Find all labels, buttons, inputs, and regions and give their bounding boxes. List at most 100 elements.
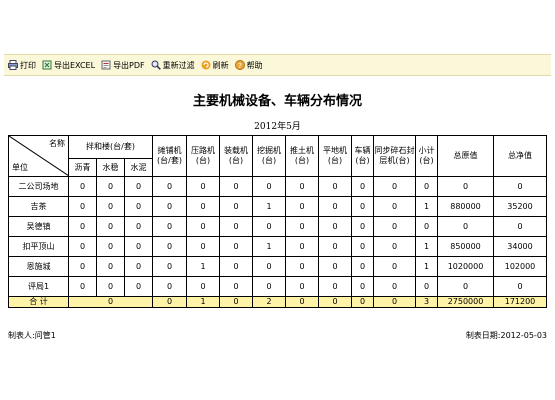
table-cell: 0 bbox=[437, 276, 495, 297]
table-cell: 0 bbox=[123, 216, 154, 237]
refresh-button[interactable]: 刷新 bbox=[201, 60, 229, 71]
table-cell: 0 bbox=[219, 196, 254, 217]
table-cell: 1020000 bbox=[437, 256, 495, 277]
table-cell: 0 bbox=[351, 256, 375, 277]
table-cell: 0 bbox=[318, 216, 353, 237]
table-cell: 0 bbox=[68, 196, 97, 217]
table-cell: 34000 bbox=[493, 236, 548, 257]
header-paver: 摊铺机(台/套) bbox=[152, 135, 188, 177]
table-cell: 1 bbox=[252, 236, 287, 257]
table-cell: 0 bbox=[318, 196, 353, 217]
table-cell: 0 bbox=[318, 256, 353, 277]
export-pdf-button[interactable]: 导出PDF bbox=[101, 60, 145, 71]
header-cement: 水泥 bbox=[123, 158, 154, 177]
table-cell: 0 bbox=[123, 176, 154, 197]
table-cell: 0 bbox=[152, 176, 188, 197]
report-maker: 制表人:问管1 bbox=[8, 331, 56, 340]
total-cell: 171200 bbox=[493, 296, 548, 308]
table-cell: 35200 bbox=[493, 196, 548, 217]
table-cell: 0 bbox=[96, 236, 125, 257]
table-cell: 0 bbox=[351, 236, 375, 257]
pdf-export-icon bbox=[101, 60, 111, 70]
table-row: 吴德镇 0 0 0 0 0 0 0 0 0 0 0 0 0 0 bbox=[8, 216, 548, 237]
table-cell: 0 bbox=[285, 216, 320, 237]
table-cell: 0 bbox=[285, 256, 320, 277]
refresh-icon bbox=[201, 60, 211, 70]
header-stabilized: 水稳 bbox=[96, 158, 125, 177]
unit-cell: 评局1 bbox=[8, 276, 69, 297]
export-excel-button[interactable]: 导出EXCEL bbox=[42, 60, 95, 71]
header-roller: 压路机(台) bbox=[186, 135, 221, 177]
table-cell: 0 bbox=[493, 276, 548, 297]
header-mixer: 拌和楼(台/套) bbox=[67, 135, 154, 159]
header-subtotal: 小计(台) bbox=[415, 135, 439, 177]
total-row: 合 计 0 0 1 0 2 0 0 0 0 3 2750000 171200 bbox=[8, 296, 548, 308]
refilter-label: 重新过滤 bbox=[162, 60, 195, 70]
corner-header-unit: 单位 bbox=[12, 163, 28, 172]
table-cell: 1 bbox=[252, 196, 287, 217]
table-cell: 102000 bbox=[493, 256, 548, 277]
table-row: 评局1 0 0 0 0 0 0 0 0 0 0 0 0 0 0 bbox=[8, 276, 548, 297]
table-cell: 0 bbox=[318, 236, 353, 257]
total-cell: 3 bbox=[415, 296, 439, 308]
table-cell: 0 bbox=[252, 256, 287, 277]
header-grader: 平地机(台) bbox=[318, 135, 353, 177]
unit-cell: 扣平顶山 bbox=[8, 236, 69, 257]
report-toolbar: 打印 导出EXCEL 导出PDF 重新过滤 刷新 ? 帮助 bbox=[4, 54, 551, 76]
table-cell: 0 bbox=[373, 196, 417, 217]
table-cell: 0 bbox=[123, 236, 154, 257]
table-cell: 0 bbox=[96, 256, 125, 277]
table-cell: 0 bbox=[152, 196, 188, 217]
table-cell: 0 bbox=[186, 216, 221, 237]
table-cell: 0 bbox=[96, 216, 125, 237]
help-button[interactable]: ? 帮助 bbox=[234, 60, 263, 71]
corner-header-name: 名称 bbox=[49, 139, 65, 148]
table-row: 二公司场地 0 0 0 0 0 0 0 0 0 0 0 0 0 0 bbox=[8, 176, 548, 197]
table-cell: 0 bbox=[285, 196, 320, 217]
table-cell: 0 bbox=[186, 236, 221, 257]
table-cell: 0 bbox=[318, 176, 353, 197]
print-button[interactable]: 打印 bbox=[8, 60, 36, 71]
refilter-button[interactable]: 重新过滤 bbox=[151, 60, 195, 71]
table-cell: 0 bbox=[96, 276, 125, 297]
table-cell: 0 bbox=[351, 276, 375, 297]
table-cell: 0 bbox=[437, 216, 495, 237]
table-cell: 0 bbox=[351, 196, 375, 217]
total-cell: 2750000 bbox=[437, 296, 495, 308]
table-cell: 0 bbox=[415, 216, 439, 237]
table-cell: 0 bbox=[219, 216, 254, 237]
help-icon: ? bbox=[234, 60, 245, 70]
unit-cell: 吴德镇 bbox=[8, 216, 69, 237]
table-cell: 0 bbox=[152, 256, 188, 277]
table-cell: 0 bbox=[373, 236, 417, 257]
header-bulldozer: 推土机(台) bbox=[285, 135, 320, 177]
printer-icon bbox=[8, 60, 18, 70]
header-excavator: 挖掘机(台) bbox=[252, 135, 287, 177]
table-cell: 850000 bbox=[437, 236, 495, 257]
print-label: 打印 bbox=[20, 60, 36, 70]
table-cell: 0 bbox=[252, 216, 287, 237]
header-net-value: 总净值 bbox=[493, 135, 548, 177]
excel-export-icon bbox=[42, 60, 52, 70]
table-cell: 0 bbox=[152, 216, 188, 237]
table-body: 二公司场地 0 0 0 0 0 0 0 0 0 0 0 0 0 0 吉茶 0 0 0 0 0 0 1 0 0 0 0 1 880000 3… bbox=[8, 176, 548, 297]
total-cell: 0 bbox=[67, 296, 154, 308]
header-vehicle: 车辆(台) bbox=[351, 135, 375, 177]
equipment-table: 名称 单位 拌和楼(台/套) 摊铺机(台/套) 压路机(台) 装载机(台) 挖掘… bbox=[8, 135, 548, 308]
table-cell: 0 bbox=[373, 256, 417, 277]
table-cell: 0 bbox=[285, 236, 320, 257]
table-cell: 1 bbox=[415, 196, 439, 217]
total-cell: 0 bbox=[351, 296, 375, 308]
total-label: 合 计 bbox=[8, 296, 69, 308]
total-cell: 0 bbox=[318, 296, 353, 308]
table-cell: 0 bbox=[318, 276, 353, 297]
table-cell: 0 bbox=[219, 256, 254, 277]
unit-cell: 恩施城 bbox=[8, 256, 69, 277]
table-row: 扣平顶山 0 0 0 0 0 0 1 0 0 0 0 1 850000 34000 bbox=[8, 236, 548, 257]
table-cell: 0 bbox=[68, 216, 97, 237]
table-cell: 0 bbox=[152, 236, 188, 257]
table-cell: 0 bbox=[373, 176, 417, 197]
table-row: 吉茶 0 0 0 0 0 0 1 0 0 0 0 1 880000 35200 bbox=[8, 196, 548, 217]
table-cell: 0 bbox=[285, 176, 320, 197]
export-excel-label: 导出EXCEL bbox=[54, 60, 96, 70]
